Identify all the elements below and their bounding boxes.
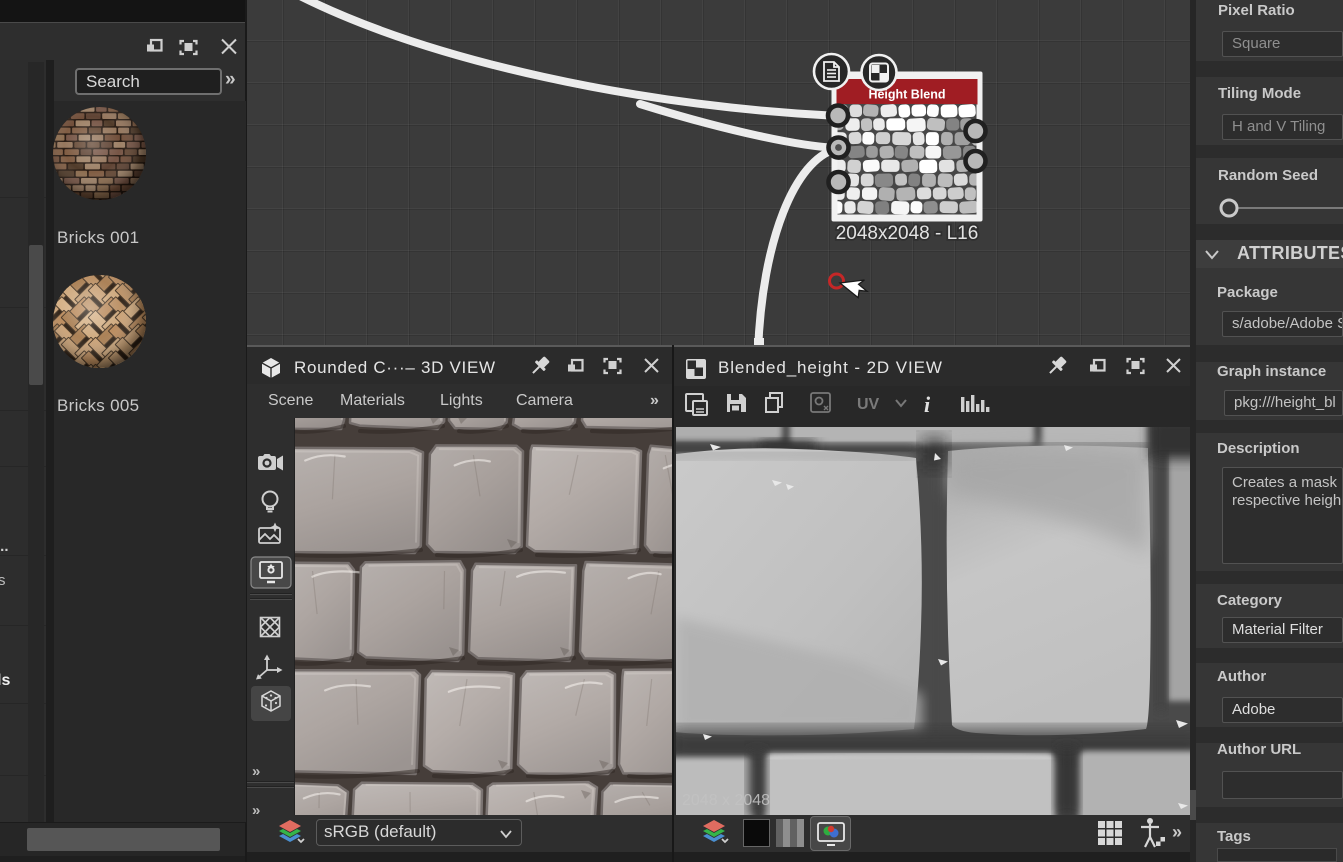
svg-text:i: i [924,392,931,417]
svg-text:UV: UV [857,396,880,413]
svg-text:»: » [252,763,260,780]
svg-text:2048 x 2048: 2048 x 2048 [682,792,770,809]
svg-text:2048x2048 - L16: 2048x2048 - L16 [836,223,979,244]
svg-text:»: » [252,802,260,815]
